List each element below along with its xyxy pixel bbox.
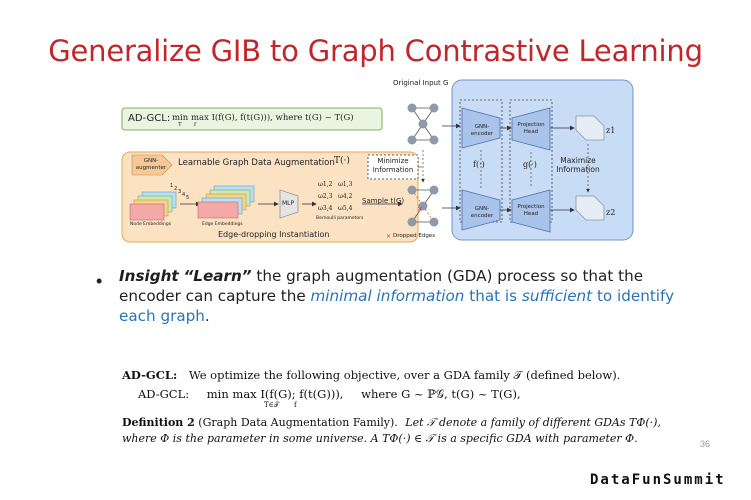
projection-head-bottom-label: Projection Head: [517, 204, 545, 217]
maximize-information-label: Maximize Information: [556, 156, 600, 174]
page-number: 36: [700, 439, 711, 449]
svg-text:×: ×: [417, 205, 423, 213]
node-embeddings-label: Node Embeddings: [130, 222, 172, 227]
brand-logo: DataFunSummit: [590, 472, 726, 488]
edge-embeddings-label: Edge Embeddings: [202, 222, 243, 227]
paper-line2-formula: min max I(f(G); f(t(G))),: [206, 387, 344, 401]
node-number-4: 4: [182, 192, 186, 198]
gnn-augmenter-label: GNN-augmenter: [135, 158, 167, 171]
paper-line1-label: AD-GCL:: [122, 368, 178, 382]
node-number-1: 1: [170, 183, 174, 189]
objective-formula: min max I(f(G), f(t(G))), where t(G) ~ T…: [172, 113, 354, 123]
insight-bullet: Insight “Learn” the graph augmentation (…: [119, 266, 679, 326]
gnn-encoder-bottom-label: GNN-encoder: [470, 206, 494, 219]
node-number-5: 5: [186, 195, 190, 201]
sufficient-text: sufficient: [521, 287, 593, 305]
omega-3-4: ω3,4: [318, 205, 333, 212]
learnable-gda-symbol: T(·): [334, 156, 350, 166]
omega-4-2: ω4,2: [338, 193, 353, 200]
paper-max-subscript: f: [294, 401, 297, 409]
omega-1-3: ω1,3: [338, 181, 353, 188]
original-graph: [407, 103, 439, 145]
definition-text-1: Let 𝒯 denote a family of different GDAs …: [405, 416, 661, 429]
paper-line2-label: AD-GCL:: [138, 387, 190, 401]
definition-label: Definition 2: [122, 416, 195, 429]
definition-title: (Graph Data Augmentation Family).: [198, 416, 398, 429]
omega-1-2: ω1,2: [318, 181, 333, 188]
node-number-2: 2: [174, 186, 178, 192]
z2-label: z2: [606, 208, 616, 217]
omega-2-3: ω2,3: [318, 193, 333, 200]
node-number-3: 3: [178, 189, 182, 195]
g-label: g(·): [523, 160, 537, 169]
minimal-information-text: minimal information: [310, 287, 465, 305]
bullet-dot: •: [96, 271, 103, 291]
edge-dropping-label: Edge-dropping Instantiation: [218, 230, 330, 239]
dropped-edges-label: Dropped Edges: [393, 233, 436, 239]
slide-title: Generalize GIB to Graph Contrastive Lear…: [48, 34, 703, 68]
omega-5-4: ω5,4: [338, 205, 353, 212]
learn-word: “Learn”: [183, 267, 252, 285]
objective-min-subscript: T: [178, 122, 182, 128]
mlp-label: MLP: [282, 200, 295, 207]
projection-head-top-label: Projection Head: [517, 122, 545, 135]
paper-line1-text: We optimize the following objective, ove…: [188, 368, 621, 382]
ad-gcl-diagram: × × Original Input G AD-GCL: min max I(f…: [118, 78, 636, 244]
bullet-text-2: that is: [464, 287, 522, 305]
original-input-label: Original Input G: [393, 79, 449, 87]
objective-label: AD-GCL:: [128, 113, 171, 124]
paper-min-subscript: T∈𝒯: [264, 401, 280, 409]
definition-text-2: where Φ is the parameter in some univers…: [122, 432, 638, 445]
minimize-information-label: Minimize Information: [372, 157, 414, 174]
learnable-gda-label: Learnable Graph Data Augmentation: [178, 158, 335, 168]
f-label: f(·): [473, 160, 485, 169]
objective-max-subscript: f: [194, 122, 197, 128]
bernoulli-parameters-label: Bernoulli parameters: [316, 216, 364, 221]
gnn-encoder-top-label: GNN-encoder: [470, 124, 494, 137]
dropped-edges-icon: ×: [386, 233, 391, 240]
sample-label: Sample t(G): [362, 197, 405, 205]
insight-label: Insight: [119, 267, 179, 285]
z1-label: z1: [606, 126, 616, 135]
paper-line2-where: where G ~ ℙ𝒢, t(G) ~ T(G),: [361, 387, 521, 401]
bullet-period: .: [204, 307, 210, 325]
